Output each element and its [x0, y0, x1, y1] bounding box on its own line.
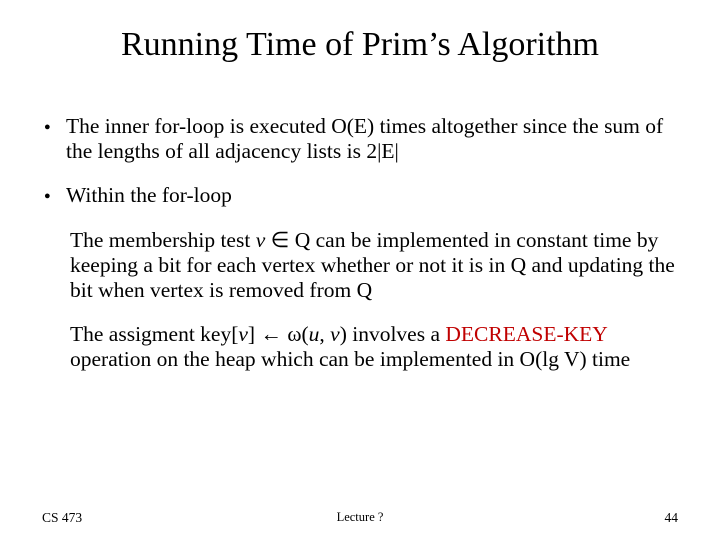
bullet-text: Within the for-loop — [66, 183, 678, 208]
footer: CS 473 Lecture ? 44 — [42, 510, 678, 526]
var-u: u — [309, 322, 320, 346]
footer-right: 44 — [665, 510, 679, 526]
text-frag: The membership test — [70, 228, 256, 252]
body-text: ● The inner for-loop is executed O(E) ti… — [42, 114, 678, 372]
text-frag: , — [319, 322, 330, 346]
footer-center: Lecture ? — [42, 510, 678, 525]
bullet-item: ● The inner for-loop is executed O(E) ti… — [42, 114, 678, 163]
sub-paragraph: The assigment key[v] ← ω(u, v) involves … — [70, 322, 678, 371]
bullet-text: The inner for-loop is executed O(E) time… — [66, 114, 678, 163]
text-frag: operation on the heap which can be imple… — [70, 347, 630, 371]
bullet-dot-icon: ● — [42, 183, 66, 208]
var-v: v — [238, 322, 248, 346]
decrease-key-term: DECREASE-KEY — [445, 322, 607, 346]
text-frag: ] ← ω( — [248, 322, 309, 346]
bullet-dot-icon: ● — [42, 114, 66, 163]
text-frag: The assigment key[ — [70, 322, 238, 346]
var-v: v — [256, 228, 266, 252]
text-frag: ) involves a — [340, 322, 446, 346]
slide: Running Time of Prim’s Algorithm ● The i… — [0, 0, 720, 540]
slide-title: Running Time of Prim’s Algorithm — [42, 26, 678, 64]
var-v: v — [330, 322, 340, 346]
footer-left: CS 473 — [42, 510, 82, 526]
bullet-item: ● Within the for-loop — [42, 183, 678, 208]
sub-paragraph: The membership test v ∈ Q can be impleme… — [70, 228, 678, 302]
